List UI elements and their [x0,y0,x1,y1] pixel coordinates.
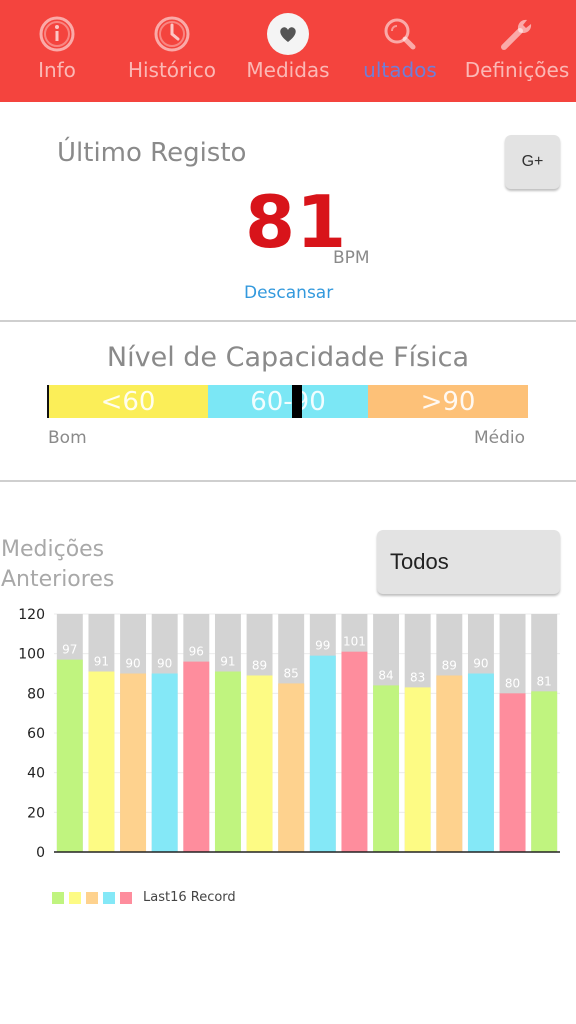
scale-left-edge [47,385,49,418]
info-icon [35,12,79,56]
bar-value-label: 101 [343,635,366,649]
scale-segment-mid: 60-90 [208,385,368,418]
fitness-marker [292,385,302,418]
nav-tab-history[interactable]: Histórico [122,0,222,102]
legend-swatch [52,891,64,904]
nav-tab-measures[interactable]: Medidas [240,0,336,102]
y-tick-label: 120 [18,607,45,623]
measurements-bar-chart: 0 20 40 60 80 100 120 97 91 90 90 96 91 89 85 99 101 84 83… [18,607,560,861]
nav-tab-settings-label: Definições [464,58,570,82]
bar [246,675,273,852]
bar [467,673,494,852]
nav-tab-results[interactable]: ultados [350,0,450,102]
bar [373,685,400,852]
legend-swatch [86,891,98,904]
bar-value-label: 80 [505,676,520,690]
legend-swatch [120,891,132,904]
bar-value-label: 96 [189,645,204,659]
bar [151,673,178,852]
bar-value-label: 91 [94,655,109,669]
bar [214,671,241,852]
y-tick-label: 100 [18,647,45,663]
clock-icon [150,12,194,56]
bar-value-label: 91 [220,655,235,669]
scale-segment-low: <60 [48,385,208,418]
bar-value-label: 89 [252,658,267,672]
y-tick-label: 40 [27,766,45,782]
bar [183,661,210,852]
top-nav-bar: Info Histórico Medidas ultados Definiçõe… [0,0,576,102]
bar-value-label: 83 [410,670,425,684]
bar-value-label: 90 [157,657,172,671]
y-tick-label: 0 [36,845,45,861]
chart-legend: Last16 Record [52,890,236,905]
bar [341,651,368,852]
legend-swatch [69,891,81,904]
wrench-icon [495,12,539,56]
scale-segment-high: >90 [368,385,528,418]
bar-value-label: 97 [62,643,77,657]
nav-tab-measures-label: Medidas [246,58,330,82]
nav-tab-history-label: Histórico [127,58,217,82]
fitness-scale: <60 60-90 >90 [48,385,528,418]
section-divider [0,480,576,482]
legend-label: Last16 Record [143,890,236,905]
y-tick-label: 60 [27,726,45,742]
bar [120,673,147,852]
heart-rate-value: 81 [245,180,348,264]
previous-measurements-title: Medições Anteriores [1,537,115,592]
bar [56,659,83,852]
nav-tab-info[interactable]: Info [18,0,96,102]
bar [309,655,336,852]
bar [88,671,115,852]
bar [278,683,305,852]
bar [499,693,526,852]
magnifier-icon [378,12,422,56]
bar-value-label: 90 [473,657,488,671]
bar-value-label: 99 [315,639,330,653]
nav-tab-results-label: ultados [363,58,437,82]
nav-tab-info-label: Info [38,58,76,82]
bar [436,675,463,852]
bar-value-label: 84 [378,668,393,682]
scale-label-good: Bom [48,428,87,448]
fitness-level-title: Nível de Capacidade Física [106,342,470,373]
scale-label-medium: Médio [474,428,526,448]
last-record-title: Último Registo [57,138,247,168]
bar-value-label: 85 [284,666,299,680]
heart-rate-unit: BPM [333,248,370,268]
bar-value-label: 89 [442,658,457,672]
bar [404,687,431,852]
heart-icon [266,12,310,56]
y-tick-label: 80 [27,686,45,702]
nav-tab-settings[interactable]: Definições [463,0,571,102]
bar-value-label: 81 [537,674,552,688]
legend-swatch [103,891,115,904]
filter-dropdown[interactable]: Todos [377,530,560,594]
resting-status-link[interactable]: Descansar [244,283,333,303]
bar [531,691,558,852]
y-tick-label: 20 [27,805,45,821]
google-plus-button[interactable]: G+ [505,135,560,189]
bar-value-label: 90 [125,657,140,671]
section-divider [0,320,576,322]
